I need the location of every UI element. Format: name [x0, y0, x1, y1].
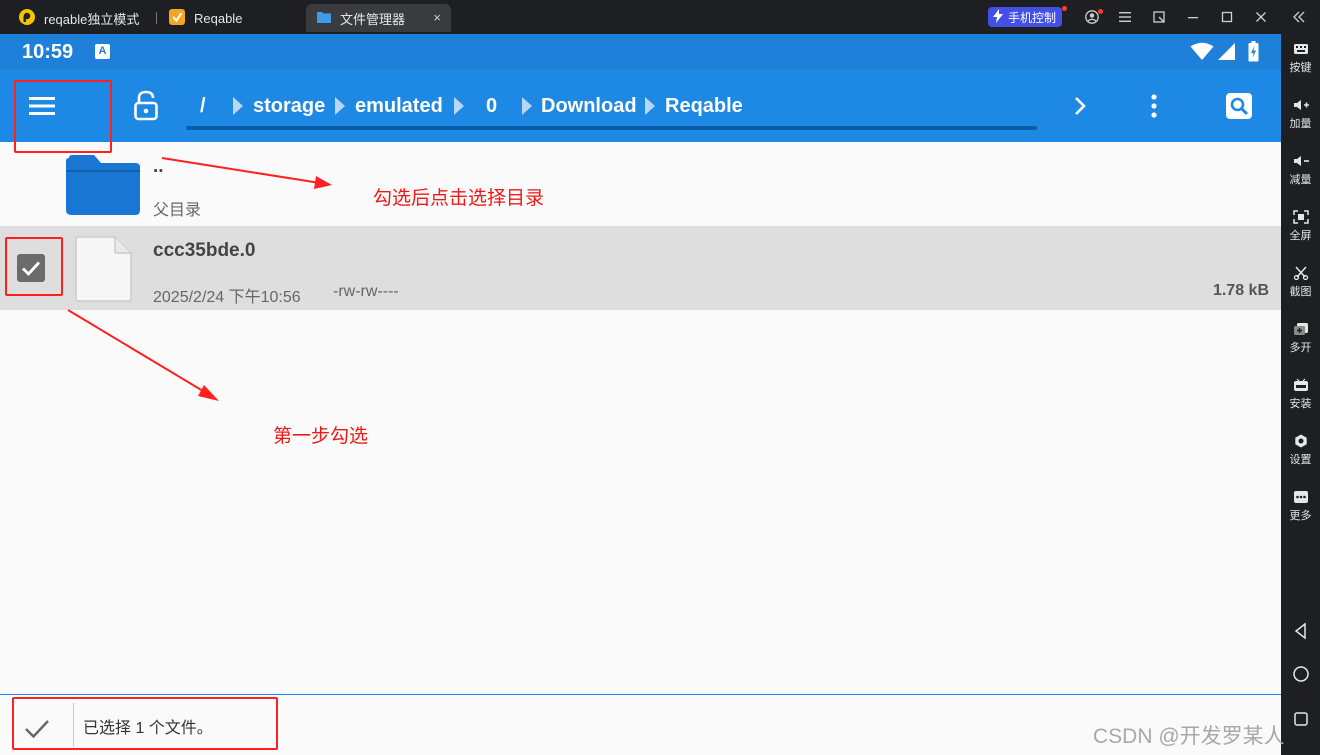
annotation-step1-text: 第一步勾选 — [273, 426, 369, 447]
sidebar-item-fullscreen[interactable]: 全屏 — [1281, 204, 1320, 254]
collapse-sidebar-icon[interactable] — [1290, 8, 1308, 26]
multi-instance-icon — [1281, 322, 1320, 336]
sidebar-item-settings[interactable]: 设置 — [1281, 428, 1320, 478]
sidebar-item-screenshot[interactable]: 截图 — [1281, 260, 1320, 310]
volume-down-icon — [1281, 154, 1320, 168]
annotation-arrows — [67, 157, 332, 401]
fullscreen-icon — [1281, 210, 1320, 224]
settings-icon — [1281, 434, 1320, 448]
keyboard-icon — [1281, 42, 1320, 56]
sidebar-item-install[interactable]: 安装 — [1281, 372, 1320, 422]
emulator-sidebar: 按键 加量 减量 全屏 截图 多开 安装 设置 更多 — [1281, 34, 1320, 755]
sidebar-label: 设置 — [1289, 454, 1312, 466]
sidebar-label: 全屏 — [1289, 230, 1312, 242]
sidebar-label: 加量 — [1289, 118, 1312, 130]
volume-up-icon — [1281, 98, 1320, 112]
sidebar-label: 更多 — [1289, 510, 1312, 522]
back-nav-icon[interactable] — [1292, 622, 1310, 640]
emulator-window: reqable独立模式 Reqable 文件管理器 × 手机控制 按键 加量 减… — [0, 0, 1320, 755]
sidebar-label: 安装 — [1289, 398, 1312, 410]
sidebar-label: 按键 — [1289, 62, 1312, 74]
sidebar-label: 截图 — [1289, 286, 1312, 298]
sidebar-item-keys[interactable]: 按键 — [1281, 36, 1320, 86]
scissors-icon — [1281, 266, 1320, 280]
recents-nav-icon[interactable] — [1292, 710, 1310, 728]
more-icon — [1281, 490, 1320, 504]
watermark-text: CSDN @开发罗某人 — [1093, 725, 1285, 748]
annotation-step2-text: 勾选后点击选择目录 — [373, 188, 545, 209]
apk-install-icon — [1281, 378, 1320, 392]
sidebar-label: 多开 — [1289, 342, 1312, 354]
sidebar-item-multi-instance[interactable]: 多开 — [1281, 316, 1320, 366]
sidebar-item-volume-down[interactable]: 减量 — [1281, 148, 1320, 198]
sidebar-item-volume-up[interactable]: 加量 — [1281, 92, 1320, 142]
sidebar-item-more[interactable]: 更多 — [1281, 484, 1320, 534]
home-nav-icon[interactable] — [1292, 665, 1310, 683]
sidebar-label: 减量 — [1289, 174, 1312, 186]
